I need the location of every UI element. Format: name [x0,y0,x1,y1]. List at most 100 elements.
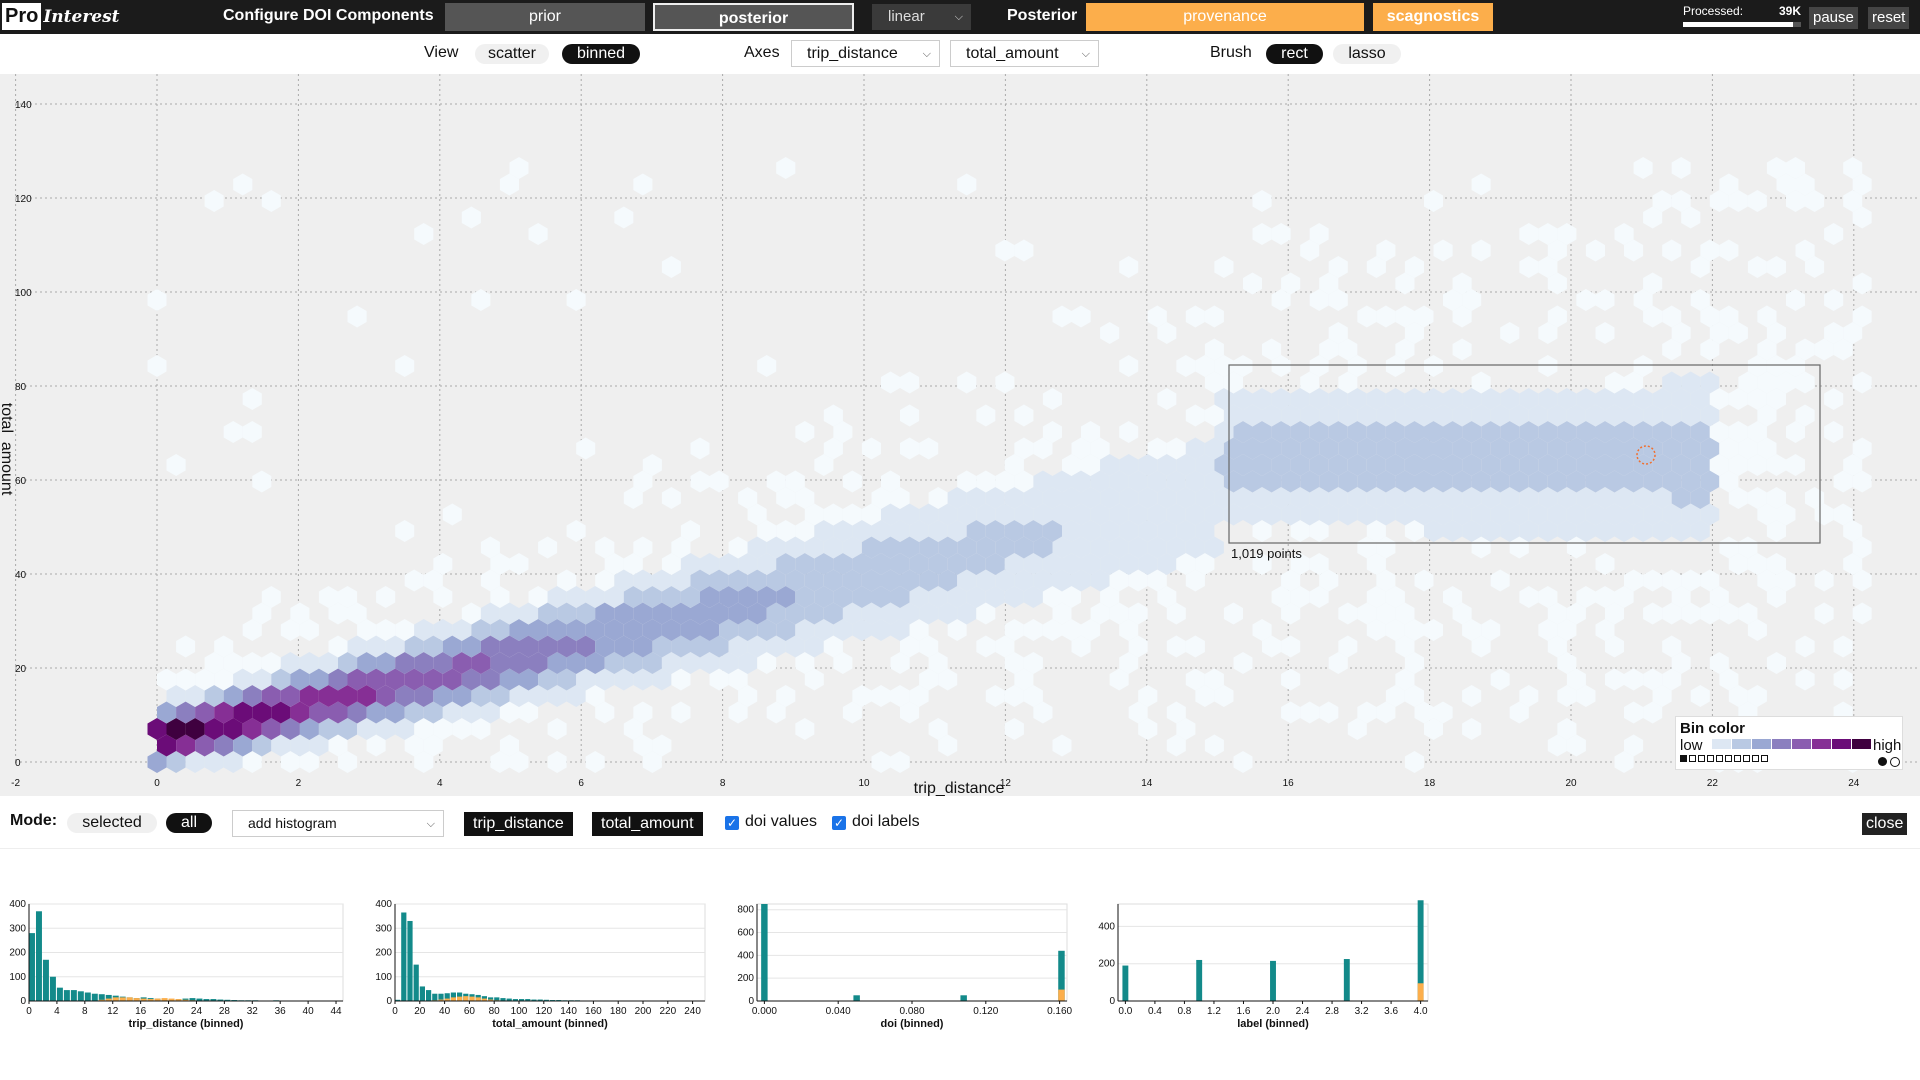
histogram-bar[interactable] [1196,959,1203,1001]
histogram-bar[interactable] [84,992,91,1001]
legend-size-square[interactable] [1752,755,1759,762]
histogram-bar[interactable] [91,993,98,1001]
histogram-bar[interactable] [432,993,438,1001]
hexbin-cell [233,173,253,196]
histogram-bar[interactable] [407,920,413,1001]
histogram-selected-bar[interactable] [1417,983,1424,1001]
legend-size-square[interactable] [1680,755,1687,762]
hexbin-cell [1462,685,1482,707]
histogram-bar[interactable] [56,987,63,1001]
reset-button[interactable]: reset [1868,7,1910,29]
add-histogram-select[interactable]: add histogram ⌵ [232,810,444,837]
hexbin-cell [1100,322,1120,344]
histogram-bar[interactable] [853,995,860,1001]
histogram-bar[interactable] [35,911,42,1001]
histogram-x-tick: 0.080 [899,1006,924,1017]
provenance-button[interactable]: provenance [1086,3,1364,31]
histogram-bar[interactable] [42,959,49,1001]
histogram-bar[interactable] [426,990,432,1001]
close-button[interactable]: close [1862,813,1908,835]
histogram-selected-bar[interactable] [475,997,481,1001]
histogram-bar[interactable] [401,912,407,1001]
histogram-x-tick: 220 [659,1006,676,1017]
histogram-selected-bar[interactable] [1058,989,1065,1001]
hexbin-cell [1452,338,1472,361]
hexbin-cell [1176,355,1196,377]
legend-size-square[interactable] [1734,755,1741,762]
pause-button[interactable]: pause [1809,7,1858,29]
histogram-bar[interactable] [419,986,425,1001]
histogram-selected-bar[interactable] [457,996,463,1001]
histogram-bar[interactable] [63,990,70,1001]
histogram-bar[interactable] [413,964,419,1001]
histogram-selected-bar[interactable] [463,996,469,1001]
tag-total-amount[interactable]: total_amount [592,812,703,836]
histogram-bar[interactable] [1343,959,1350,1001]
legend-size-square[interactable] [1698,755,1705,762]
hexbin-cell [861,437,881,460]
legend-size-square[interactable] [1743,755,1750,762]
y-tick-label: 0 [15,758,21,769]
hexbin-cell [1671,157,1691,179]
mode-all-toggle[interactable]: all [166,813,212,833]
configure-doi-title: Configure DOI Components [223,7,434,24]
histogram-y-tick: 200 [9,948,26,959]
hexbin-cell [1281,635,1301,658]
hexbin-cell [1852,272,1872,295]
y-axis-select-value: total_amount [966,45,1059,62]
hexbin-cell [795,421,815,443]
hexbin-cell [1719,239,1739,262]
hexbin-cell [1795,668,1815,691]
scagnostics-button[interactable]: scagnostics [1373,3,1493,31]
hexbin-plot[interactable]: -2 0 2 4 6 8 10 12 14 16 18 20 22 2402040608010012014… [0,34,1920,796]
scatter-plot-area[interactable]: -2 0 2 4 6 8 10 12 14 16 18 20 22 24 0 20 40 60 80 100 120 14… [0,34,1920,796]
scale-select-value: linear [888,8,925,25]
histogram-x-tick: 0.120 [973,1006,998,1017]
legend-size-square[interactable] [1707,755,1714,762]
histogram-selected-bar[interactable] [450,997,456,1001]
legend-empty-circle-icon[interactable] [1890,757,1900,767]
hexbin-cell [661,487,681,509]
histogram-bar[interactable] [77,991,84,1001]
histogram-selected-bar[interactable] [112,997,119,1001]
legend-size-square[interactable] [1689,755,1696,762]
y-axis-select[interactable]: total_amount ⌵ [950,40,1099,67]
tag-trip-distance[interactable]: trip_distance [464,812,573,836]
view-scatter-toggle[interactable]: scatter [475,44,549,64]
legend-size-squares[interactable] [1680,755,1768,762]
posterior-button[interactable]: posterior [653,3,854,31]
view-binned-toggle[interactable]: binned [562,44,640,64]
prior-button[interactable]: prior [445,3,645,31]
histogram-selected-bar[interactable] [126,997,133,1001]
histogram-frame [756,903,1068,1002]
legend-size-square[interactable] [1725,755,1732,762]
histogram-y-tick: 100 [375,972,392,983]
brush-rect-toggle[interactable]: rect [1266,44,1323,64]
legend-high: high [1873,737,1902,754]
histogram-selected-bar[interactable] [469,996,475,1001]
hexbin-cell [1500,322,1520,344]
scale-select[interactable]: linear ⌵ [872,4,971,30]
logo-interest-text: Interest [43,6,120,27]
histogram-bar[interactable] [1270,960,1276,1001]
hexbin-cell [1281,701,1301,724]
histogram-bar[interactable] [49,976,56,1001]
posterior-heading: Posterior [1007,7,1078,24]
histogram-bar[interactable] [960,995,967,1001]
brush-lasso-toggle[interactable]: lasso [1333,44,1401,64]
legend-filled-circle-icon[interactable] [1878,757,1887,766]
histogram-bar[interactable] [29,933,35,1001]
legend-size-square[interactable] [1761,755,1768,762]
legend-size-square[interactable] [1716,755,1723,762]
hexbin-cell [1747,190,1767,212]
histogram-bar[interactable] [1122,965,1129,1001]
histogram-selected-bar[interactable] [119,997,126,1001]
doi-labels-checkbox[interactable]: ✓ [832,816,846,830]
histogram-bar[interactable] [761,904,768,1001]
mode-selected-toggle[interactable]: selected [67,813,157,833]
hexbin-cell [1185,404,1205,427]
doi-values-checkbox[interactable]: ✓ [725,816,739,830]
legend-color-swatch [1712,739,1731,749]
histogram-bar[interactable] [70,990,77,1001]
x-axis-select[interactable]: trip_distance ⌵ [791,40,940,67]
